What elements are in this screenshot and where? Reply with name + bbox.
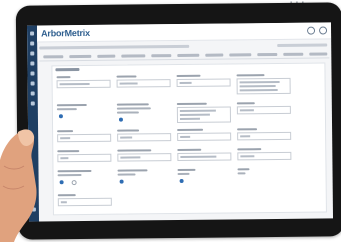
toggle[interactable] <box>179 178 184 184</box>
tab-11[interactable] <box>309 52 328 56</box>
form-panel <box>51 62 327 216</box>
top-bar: ArborMetrix <box>36 22 332 43</box>
text-area[interactable] <box>236 77 291 95</box>
select[interactable] <box>237 151 292 161</box>
form-field <box>237 128 292 141</box>
help-icon[interactable] <box>30 91 35 96</box>
info-icon[interactable] <box>30 101 35 106</box>
tab-row <box>39 51 330 62</box>
tab-2[interactable] <box>69 54 92 59</box>
user-icon[interactable] <box>30 61 35 66</box>
form-field <box>117 169 171 190</box>
toggle[interactable] <box>58 114 63 119</box>
text-input[interactable] <box>117 133 172 142</box>
toggle[interactable] <box>59 180 64 185</box>
info-text <box>39 44 190 50</box>
tab-7[interactable] <box>205 53 224 57</box>
help-icon[interactable] <box>319 26 328 35</box>
form-field <box>237 168 291 189</box>
form-field <box>117 149 172 162</box>
settings-icon[interactable] <box>30 81 35 86</box>
form-field <box>237 148 292 161</box>
select[interactable] <box>57 153 112 163</box>
grid-icon[interactable] <box>30 41 35 46</box>
form-field <box>56 103 111 127</box>
toggle[interactable] <box>118 117 123 122</box>
form-field <box>117 129 172 142</box>
chart-icon[interactable] <box>30 51 35 56</box>
form-field <box>177 128 232 142</box>
toggle[interactable] <box>71 180 77 186</box>
tab-8[interactable] <box>229 53 252 57</box>
select[interactable] <box>237 131 292 141</box>
text-area[interactable] <box>176 106 232 124</box>
form-field <box>177 148 232 162</box>
app-logo[interactable]: ArborMetrix <box>41 28 90 39</box>
form-field <box>236 102 291 115</box>
form-field <box>57 150 112 163</box>
form-field <box>116 103 171 126</box>
hand-image <box>0 129 37 242</box>
form-field <box>176 102 232 125</box>
form-field <box>56 76 111 89</box>
tab-9[interactable] <box>257 52 278 57</box>
text-input[interactable] <box>57 197 112 207</box>
form-field <box>177 168 231 189</box>
form-field <box>57 169 111 191</box>
form-field <box>57 194 112 207</box>
select[interactable] <box>177 132 232 142</box>
info-meta <box>277 43 328 47</box>
text-input[interactable] <box>176 78 231 88</box>
tab-10[interactable] <box>283 52 304 56</box>
select[interactable] <box>117 153 172 162</box>
text-input[interactable] <box>116 79 171 88</box>
toggle[interactable] <box>119 179 124 184</box>
list-icon[interactable] <box>30 71 35 76</box>
tab-3[interactable] <box>97 54 116 58</box>
tablet-screen: ArborMetrix <box>26 22 334 222</box>
tab-4[interactable] <box>121 54 146 58</box>
form-field <box>57 130 112 143</box>
text-input[interactable] <box>236 105 291 115</box>
panel-title <box>55 68 80 72</box>
text-input[interactable] <box>57 133 112 143</box>
form-field <box>116 75 171 88</box>
home-icon[interactable] <box>30 31 35 36</box>
form-field <box>176 74 231 88</box>
select[interactable] <box>177 152 232 162</box>
tab-5[interactable] <box>151 54 172 58</box>
info-row <box>39 42 329 50</box>
user-icon[interactable] <box>307 26 316 35</box>
tab-6[interactable] <box>177 53 200 58</box>
tab-1[interactable] <box>43 55 64 59</box>
form-field <box>236 74 291 97</box>
text-input[interactable] <box>56 79 111 89</box>
